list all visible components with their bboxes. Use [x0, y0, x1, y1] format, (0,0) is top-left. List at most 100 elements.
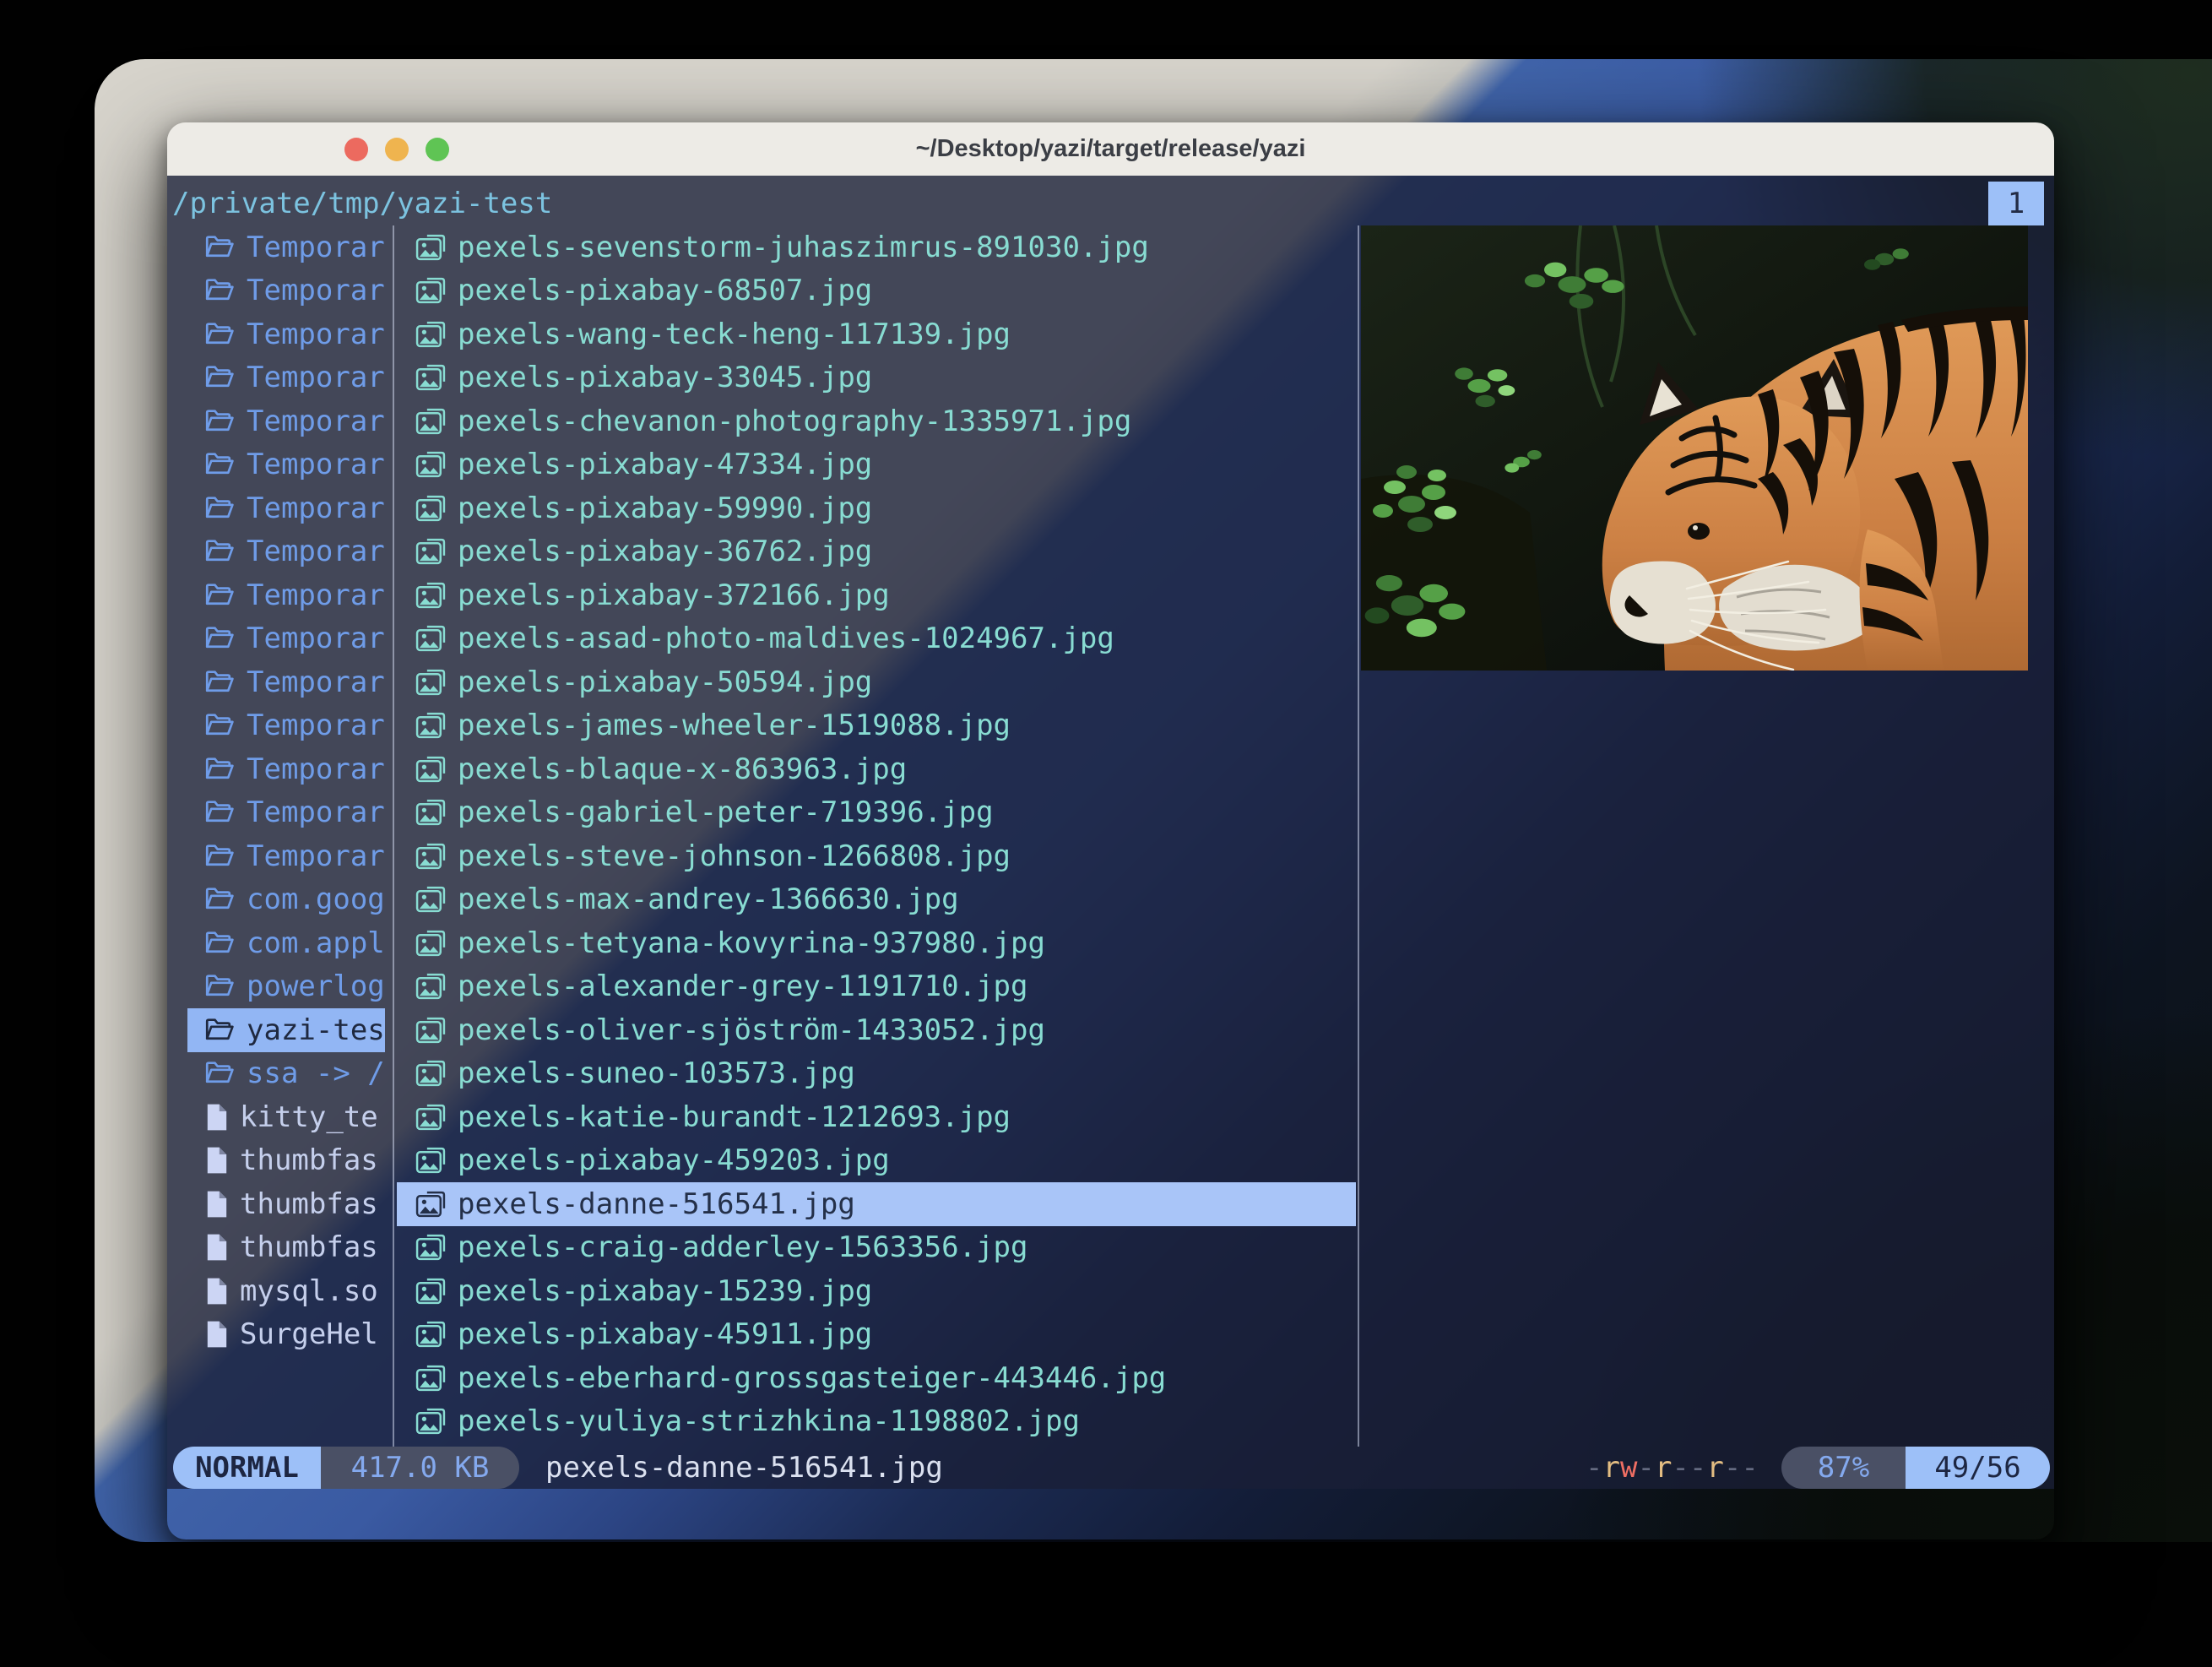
- file-row[interactable]: pexels-steve-johnson-1266808.jpg: [397, 834, 1356, 878]
- image-icon: [415, 843, 446, 870]
- parent-row[interactable]: Temporar: [187, 530, 385, 574]
- file-row[interactable]: pexels-pixabay-50594.jpg: [397, 660, 1356, 704]
- file-row-label: pexels-pixabay-15239.jpg: [458, 1274, 872, 1308]
- screenshot-stage: ~/Desktop/yazi/target/release/yazi /priv…: [0, 0, 2212, 1667]
- scroll-percent: 87%: [1781, 1447, 1906, 1489]
- open-folder-icon: [205, 235, 236, 260]
- parent-row[interactable]: Temporar: [187, 834, 385, 878]
- file-row[interactable]: pexels-craig-adderley-1563356.jpg: [397, 1226, 1356, 1270]
- parent-row[interactable]: yazi-tes: [187, 1008, 385, 1052]
- parent-row[interactable]: com.goog: [187, 878, 385, 922]
- image-icon: [415, 799, 446, 826]
- open-folder-icon: [205, 583, 236, 608]
- parent-row[interactable]: Temporar: [187, 443, 385, 487]
- parent-row-label: SurgeHel: [240, 1317, 378, 1351]
- parent-row[interactable]: Temporar: [187, 573, 385, 617]
- parent-row[interactable]: powerlog: [187, 965, 385, 1009]
- file-row[interactable]: pexels-pixabay-36762.jpg: [397, 530, 1356, 574]
- file-row-label: pexels-steve-johnson-1266808.jpg: [458, 839, 1011, 873]
- open-folder-icon: [205, 713, 236, 738]
- open-folder-icon: [205, 539, 236, 564]
- parent-row[interactable]: Temporar: [187, 399, 385, 443]
- parent-row[interactable]: thumbfas: [187, 1182, 385, 1226]
- parent-row-label: Temporar: [247, 231, 385, 264]
- parent-row[interactable]: mysql.so: [187, 1269, 385, 1313]
- file-row[interactable]: pexels-asad-photo-maldives-1024967.jpg: [397, 617, 1356, 661]
- parent-row[interactable]: Temporar: [187, 312, 385, 356]
- parent-row-label: Temporar: [247, 839, 385, 873]
- parent-row-label: Temporar: [247, 795, 385, 829]
- parent-row[interactable]: Temporar: [187, 225, 385, 269]
- file-row-label: pexels-pixabay-45911.jpg: [458, 1317, 872, 1351]
- file-row[interactable]: pexels-pixabay-33045.jpg: [397, 356, 1356, 400]
- file-row[interactable]: pexels-chevanon-photography-1335971.jpg: [397, 399, 1356, 443]
- file-row-label: pexels-pixabay-33045.jpg: [458, 361, 872, 394]
- parent-row-label: yazi-tes: [247, 1013, 385, 1047]
- file-row[interactable]: pexels-pixabay-372166.jpg: [397, 573, 1356, 617]
- open-folder-icon: [205, 1018, 236, 1043]
- parent-row-label: Temporar: [247, 491, 385, 525]
- file-size: 417.0 KB: [321, 1447, 519, 1489]
- file-row-label: pexels-james-wheeler-1519088.jpg: [458, 709, 1011, 742]
- parent-row[interactable]: Temporar: [187, 356, 385, 400]
- parent-row[interactable]: Temporar: [187, 269, 385, 313]
- file-row[interactable]: pexels-suneo-103573.jpg: [397, 1052, 1356, 1096]
- file-row[interactable]: pexels-gabriel-peter-719396.jpg: [397, 791, 1356, 835]
- file-row[interactable]: pexels-pixabay-68507.jpg: [397, 269, 1356, 313]
- image-icon: [415, 1060, 446, 1087]
- parent-row[interactable]: ssa -> /: [187, 1052, 385, 1096]
- parent-row-label: Temporar: [247, 361, 385, 394]
- image-icon: [415, 930, 446, 957]
- file-row[interactable]: pexels-wang-teck-heng-117139.jpg: [397, 312, 1356, 356]
- parent-row[interactable]: SurgeHel: [187, 1313, 385, 1357]
- open-folder-icon: [205, 931, 236, 956]
- parent-row-label: powerlog: [247, 969, 385, 1003]
- pane-divider-right: [1358, 225, 1359, 1447]
- image-icon: [415, 408, 446, 435]
- parent-row-label: Temporar: [247, 578, 385, 612]
- open-folder-icon: [205, 887, 236, 912]
- parent-row[interactable]: thumbfas: [187, 1139, 385, 1183]
- image-icon: [415, 1321, 446, 1348]
- parent-row-label: Temporar: [247, 274, 385, 307]
- parent-row[interactable]: Temporar: [187, 704, 385, 748]
- file-row[interactable]: pexels-blaque-x-863963.jpg: [397, 747, 1356, 791]
- file-row[interactable]: pexels-pixabay-459203.jpg: [397, 1139, 1356, 1183]
- file-row[interactable]: pexels-oliver-sjöström-1433052.jpg: [397, 1008, 1356, 1052]
- file-row-label: pexels-yuliya-strizhkina-1198802.jpg: [458, 1404, 1080, 1438]
- file-row[interactable]: pexels-max-andrey-1366630.jpg: [397, 878, 1356, 922]
- parent-row-label: Temporar: [247, 448, 385, 481]
- file-row-label: pexels-sevenstorm-juhaszimrus-891030.jpg: [458, 231, 1149, 264]
- file-row[interactable]: pexels-pixabay-45911.jpg: [397, 1313, 1356, 1357]
- file-row-label: pexels-suneo-103573.jpg: [458, 1056, 855, 1090]
- parent-row-label: Temporar: [247, 405, 385, 438]
- parent-row-label: com.appl: [247, 926, 385, 960]
- file-row[interactable]: pexels-pixabay-47334.jpg: [397, 443, 1356, 487]
- parent-row[interactable]: kitty_te: [187, 1095, 385, 1139]
- parent-row[interactable]: Temporar: [187, 486, 385, 530]
- cursor-position: 49/56: [1906, 1447, 2050, 1489]
- parent-row[interactable]: thumbfas: [187, 1226, 385, 1270]
- parent-row[interactable]: Temporar: [187, 660, 385, 704]
- file-row[interactable]: pexels-katie-burandt-1212693.jpg: [397, 1095, 1356, 1139]
- parent-row[interactable]: Temporar: [187, 617, 385, 661]
- open-folder-icon: [205, 626, 236, 651]
- file-row[interactable]: pexels-danne-516541.jpg: [397, 1182, 1356, 1226]
- image-icon: [415, 451, 446, 478]
- tab-1-badge[interactable]: 1: [1988, 182, 2044, 225]
- file-row-label: pexels-pixabay-459203.jpg: [458, 1143, 890, 1177]
- file-row[interactable]: pexels-alexander-grey-1191710.jpg: [397, 965, 1356, 1009]
- file-row[interactable]: pexels-pixabay-15239.jpg: [397, 1269, 1356, 1313]
- parent-row[interactable]: com.appl: [187, 921, 385, 965]
- file-row-label: pexels-chevanon-photography-1335971.jpg: [458, 405, 1131, 438]
- file-row[interactable]: pexels-eberhard-grossgasteiger-443446.jp…: [397, 1356, 1356, 1400]
- file-row-label: pexels-tetyana-kovyrina-937980.jpg: [458, 926, 1045, 960]
- parent-row[interactable]: Temporar: [187, 747, 385, 791]
- file-row[interactable]: pexels-james-wheeler-1519088.jpg: [397, 704, 1356, 748]
- status-filename: pexels-danne-516541.jpg: [545, 1447, 943, 1489]
- parent-row[interactable]: Temporar: [187, 791, 385, 835]
- file-row[interactable]: pexels-yuliya-strizhkina-1198802.jpg: [397, 1400, 1356, 1444]
- file-row[interactable]: pexels-pixabay-59990.jpg: [397, 486, 1356, 530]
- file-row[interactable]: pexels-tetyana-kovyrina-937980.jpg: [397, 921, 1356, 965]
- file-row[interactable]: pexels-sevenstorm-juhaszimrus-891030.jpg: [397, 225, 1356, 269]
